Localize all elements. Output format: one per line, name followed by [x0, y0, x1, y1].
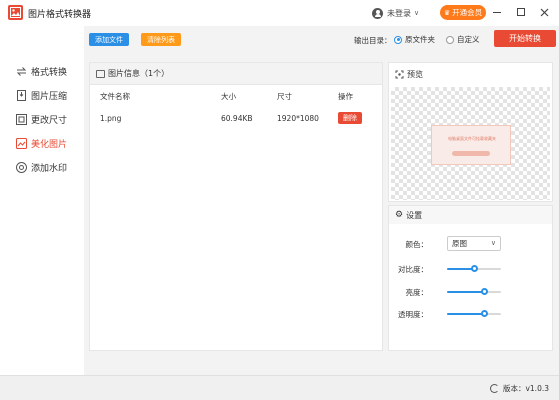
settings-header: ⚙ 设置: [389, 206, 552, 224]
table-row[interactable]: 1.png 60.94KB 1920*1080 删除: [90, 107, 382, 129]
delete-button[interactable]: 删除: [338, 112, 362, 124]
contrast-label: 对比度：: [398, 265, 428, 274]
version-info[interactable]: 版本：v1.0.3: [489, 383, 549, 394]
sidebar-item-label: 添加水印: [31, 163, 68, 174]
sidebar-item-format-convert[interactable]: 格式转换: [16, 64, 67, 78]
radio-original-folder[interactable]: 原文件夹: [394, 34, 435, 45]
column-header-size: 大小: [221, 91, 236, 101]
radio-button: [446, 35, 454, 44]
sidebar: 格式转换 图片压缩 更改尺寸 美化图片 添加水印: [0, 26, 84, 375]
vip-label: 开通会员: [452, 8, 483, 17]
sidebar-item-resize[interactable]: 更改尺寸: [16, 112, 67, 126]
preview-canvas: 电脑桌面文件可挂载收藏夹: [391, 87, 550, 200]
title-bar: 图片格式转换器 未登录 ∨ ♛ 开通会员: [0, 0, 559, 26]
file-name: 1.png: [100, 113, 122, 123]
slider-handle[interactable]: [481, 288, 489, 295]
brightness-label: 亮度：: [405, 288, 429, 297]
app-title: 图片格式转换器: [28, 10, 92, 20]
preview-icon: [395, 70, 404, 78]
gear-icon: ⚙: [395, 210, 404, 220]
preview-image-text: 电脑桌面文件可挂载收藏夹: [448, 136, 496, 141]
compress-icon: [17, 89, 26, 101]
version-label: 版本：v1.0.3: [502, 384, 549, 393]
login-status: 未登录: [387, 8, 411, 18]
slider-fill: [447, 313, 485, 315]
radio-button: [394, 35, 402, 44]
chevron-down-icon: ∨: [490, 239, 496, 247]
preview-header: 预览: [389, 63, 552, 85]
watermark-icon: [16, 161, 27, 173]
preview-image: 电脑桌面文件可挂载收藏夹: [431, 125, 511, 165]
sidebar-item-compress[interactable]: 图片压缩: [16, 88, 67, 102]
preview-panel: 预览 电脑桌面文件可挂载收藏夹: [388, 62, 553, 202]
image-icon: [96, 69, 105, 78]
start-convert-button[interactable]: 开始转换: [494, 30, 556, 47]
sidebar-item-label: 更改尺寸: [31, 115, 68, 126]
user-icon: [372, 7, 383, 19]
add-file-button[interactable]: 添加文件: [89, 33, 129, 46]
sidebar-item-beautify[interactable]: 美化图片: [16, 136, 67, 150]
color-select-value: 原图: [452, 239, 467, 248]
maximize-icon: [517, 8, 525, 16]
color-label: 颜色：: [405, 240, 429, 249]
toolbar: 添加文件 清除列表 输出目录： 原文件夹 自定义 开始转换: [84, 26, 559, 54]
preview-title: 预览: [407, 69, 423, 79]
sidebar-item-watermark[interactable]: 添加水印: [16, 160, 67, 174]
preview-image-bar: [452, 151, 490, 156]
settings-title: 设置: [406, 210, 423, 220]
minimize-icon: [493, 11, 501, 13]
contrast-slider[interactable]: [447, 265, 501, 272]
sidebar-item-label: 格式转换: [31, 67, 68, 78]
output-dir-label: 输出目录：: [354, 36, 392, 45]
slider-fill: [447, 268, 474, 270]
file-dimensions: 1920*1080: [277, 113, 319, 123]
chevron-down-icon: ∨: [414, 9, 420, 17]
sidebar-item-label: 图片压缩: [31, 91, 68, 102]
close-button[interactable]: [537, 5, 551, 19]
slider-fill: [447, 291, 485, 293]
color-select[interactable]: 原图 ∨: [447, 236, 501, 251]
table-header: 文件名称 大小 尺寸 操作: [90, 85, 382, 107]
slider-handle[interactable]: [470, 265, 478, 272]
beautify-icon: [16, 137, 27, 149]
minimize-button[interactable]: [490, 5, 504, 19]
settings-panel: ⚙ 设置 颜色： 原图 ∨ 对比度： 亮度： 透明度：: [388, 205, 553, 351]
slider-handle[interactable]: [481, 310, 489, 317]
opacity-label: 透明度：: [398, 310, 428, 319]
status-bar: 版本：v1.0.3: [0, 375, 559, 400]
app-logo-icon: [8, 5, 23, 20]
column-header-action: 操作: [338, 91, 353, 101]
file-panel-header: 图片信息（1个）: [90, 63, 382, 85]
refresh-icon: [489, 384, 499, 393]
resize-icon: [16, 113, 27, 125]
column-header-dimensions: 尺寸: [277, 91, 292, 101]
brightness-slider[interactable]: [447, 288, 501, 295]
user-menu[interactable]: 未登录 ∨: [372, 6, 419, 20]
file-size: 60.94KB: [221, 113, 253, 123]
radio-label: 自定义: [457, 35, 480, 44]
sidebar-item-label: 美化图片: [31, 139, 68, 150]
column-header-name: 文件名称: [100, 91, 130, 101]
clear-list-button[interactable]: 清除列表: [141, 33, 181, 46]
radio-label: 原文件夹: [405, 35, 435, 44]
opacity-slider[interactable]: [447, 310, 501, 317]
maximize-button[interactable]: [514, 5, 528, 19]
crown-icon: ♛: [443, 8, 451, 17]
vip-button[interactable]: ♛ 开通会员: [440, 5, 486, 20]
file-list-panel: 图片信息（1个） 文件名称 大小 尺寸 操作 1.png 60.94KB 192…: [89, 62, 383, 351]
radio-custom-folder[interactable]: 自定义: [446, 34, 480, 45]
file-panel-title: 图片信息（1个）: [108, 69, 170, 78]
convert-icon: [16, 66, 27, 76]
close-icon: [540, 8, 548, 16]
